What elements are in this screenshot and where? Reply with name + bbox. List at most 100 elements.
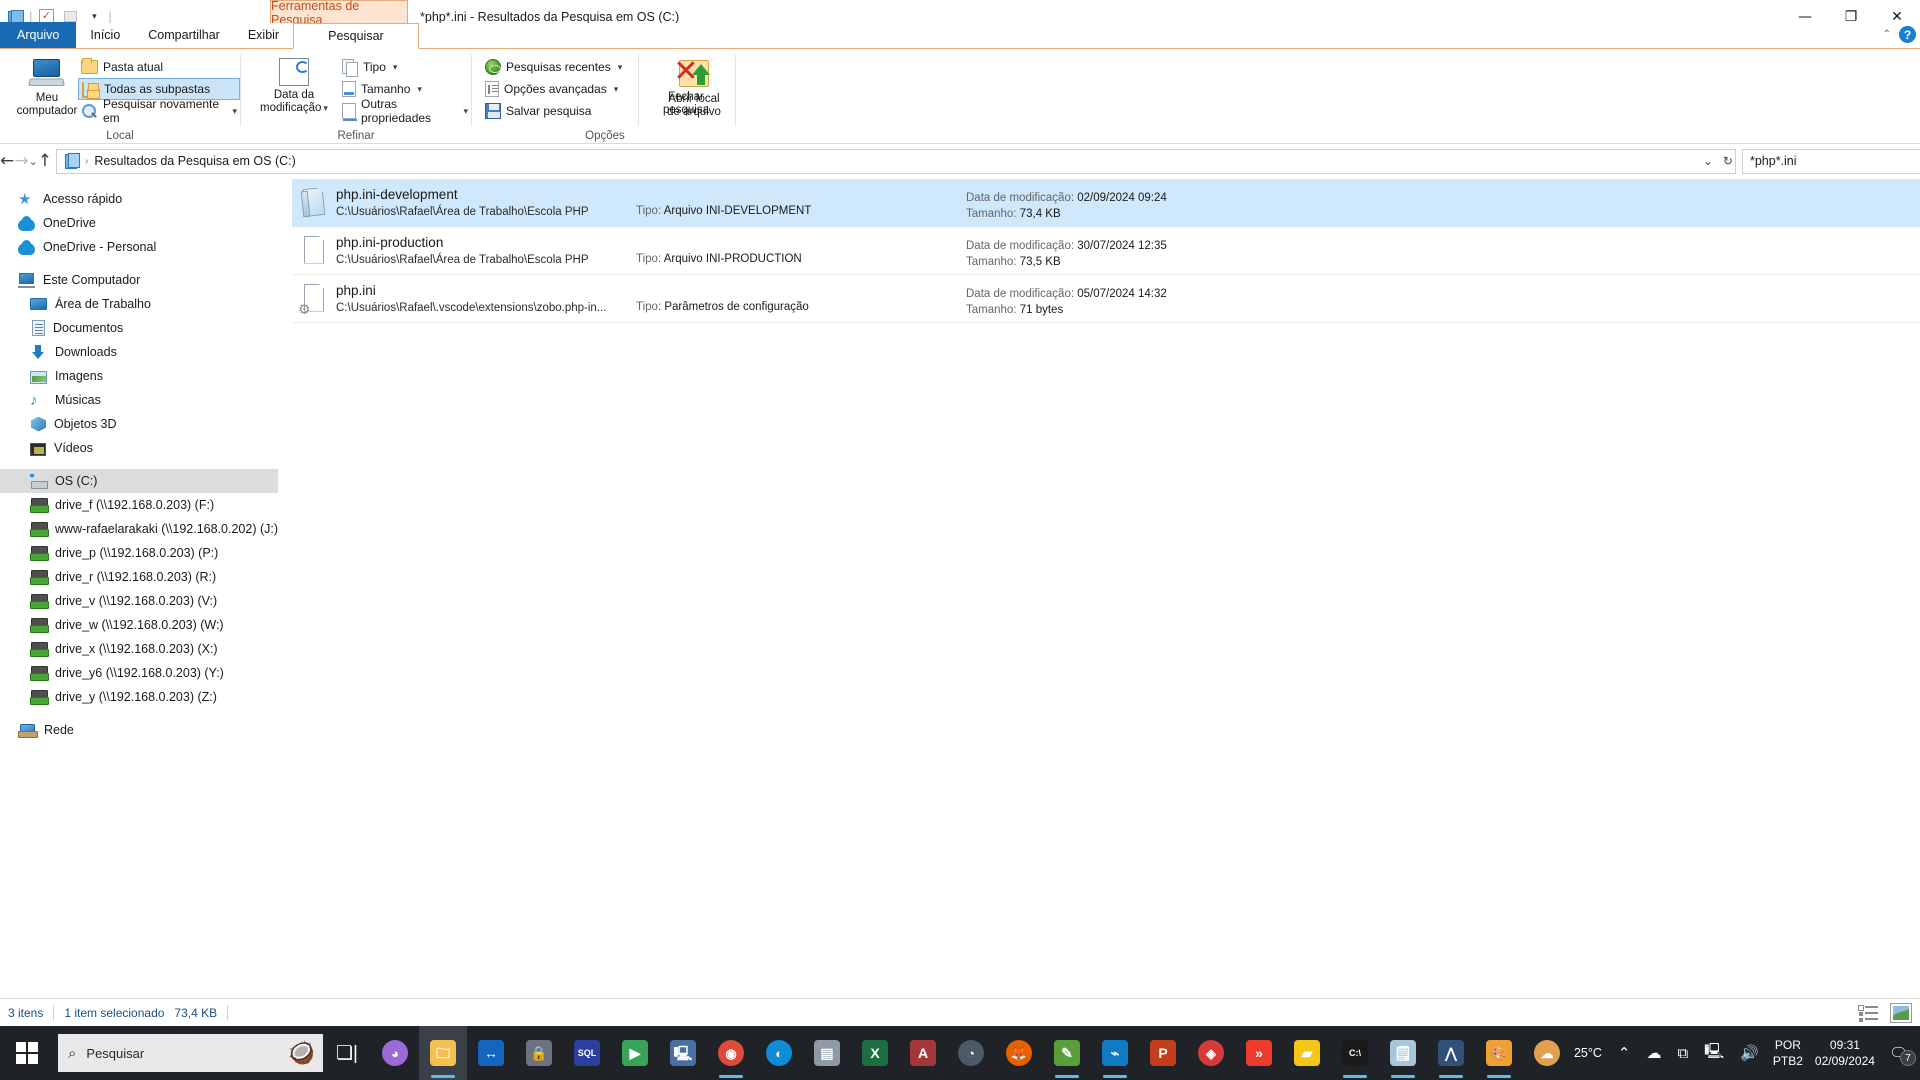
screen-share-tray-button[interactable]: ⧉ — [1669, 1026, 1696, 1080]
advanced-options-button[interactable]: Opções avançadas ▾ — [482, 78, 625, 100]
taskbar-app-database-play[interactable]: ▶ — [611, 1026, 659, 1080]
taskbar-app-microsoft-excel[interactable]: X — [851, 1026, 899, 1080]
sidebar-item[interactable]: drive_v (\\192.168.0.203) (V:) — [0, 589, 278, 613]
sidebar-item[interactable]: ♪ Músicas — [0, 388, 278, 412]
taskbar-app-command-prompt[interactable]: C:\ — [1331, 1026, 1379, 1080]
collapse-ribbon-icon[interactable]: ⌃ — [1883, 29, 1891, 40]
weather-temperature[interactable]: 25°C — [1566, 1026, 1610, 1080]
sidebar-item[interactable]: drive_w (\\192.168.0.203) (W:) — [0, 613, 278, 637]
tab-compartilhar[interactable]: Compartilhar — [134, 22, 234, 48]
file-list[interactable]: php.ini-development C:\Usuários\Rafael\Ár… — [292, 179, 1920, 1024]
taskbar-app-icons[interactable]: ◕ 🗀 ↔ 🔒 SQL ▶ 🖳 ◉ ◐ ▤ X A ◔ 🦊 ✎ ⌁ P ◈ » ▰ C:\ 🗒 ⋀ 🎨 ☁ — [371, 1026, 1571, 1080]
address-dropdown-icon[interactable]: ⌄ — [1703, 154, 1713, 168]
sidebar-item[interactable]: drive_f (\\192.168.0.203) (F:) — [0, 493, 278, 517]
taskbar-app-remote-desktop[interactable]: 🖳 — [659, 1026, 707, 1080]
address-bar[interactable]: › Resultados da Pesquisa em OS (C:) ⌄ ↻ — [55, 148, 1736, 174]
network-tray-button[interactable]: 🖳 — [1696, 1026, 1732, 1080]
close-search-button[interactable]: ✕ Fechar pesquisa — [651, 54, 721, 117]
up-button[interactable]: ↑ — [38, 147, 52, 175]
taskbar-app-teamviewer[interactable]: ↔ — [467, 1026, 515, 1080]
sidebar-item[interactable]: OneDrive - Personal — [0, 235, 278, 259]
tab-arquivo[interactable]: Arquivo — [0, 22, 77, 48]
taskbar-app-weather-app[interactable]: ☁ — [1523, 1026, 1571, 1080]
sidebar-item[interactable]: drive_y (\\192.168.0.203) (Z:) — [0, 685, 278, 709]
file-list-row[interactable]: php.ini-production C:\Usuários\Rafael\Áre… — [292, 227, 1920, 275]
taskbar-app-visual-studio-code[interactable]: ⌁ — [1091, 1026, 1139, 1080]
search-again-in-button[interactable]: Pesquisar novamente em ▾ — [78, 97, 240, 125]
sidebar-item[interactable]: Documentos — [0, 316, 278, 340]
chevron-down-icon[interactable]: ▾ — [393, 62, 398, 73]
back-button[interactable]: ← — [0, 147, 14, 175]
taskbar-app-mountain-duck[interactable]: ◔ — [947, 1026, 995, 1080]
date-modified-button[interactable]: Data da modificação ▾ — [251, 54, 337, 115]
refresh-icon[interactable]: ↻ — [1723, 154, 1733, 168]
task-view-button[interactable]: ❏| — [323, 1026, 371, 1080]
help-icon[interactable]: ? — [1899, 26, 1916, 43]
notification-center-button[interactable]: 🗨 7 — [1881, 1026, 1920, 1080]
taskbar-app-notepad-plus[interactable]: ✎ — [1043, 1026, 1091, 1080]
taskbar-app-security-lock[interactable]: 🔒 — [515, 1026, 563, 1080]
file-list-row[interactable]: php.ini-development C:\Usuários\Rafael\Ár… — [292, 179, 1920, 227]
taskbar-app-sketchup[interactable]: ◈ — [1187, 1026, 1235, 1080]
sidebar-item[interactable]: Área de Trabalho — [0, 292, 278, 316]
search-input[interactable]: *php*.ini ✕ — [1741, 148, 1920, 174]
sidebar-item[interactable]: drive_p (\\192.168.0.203) (P:) — [0, 541, 278, 565]
volume-tray-button[interactable]: 🔊 — [1732, 1026, 1767, 1080]
recent-searches-button[interactable]: Pesquisas recentes ▾ — [482, 56, 625, 78]
chevron-down-icon[interactable]: ▾ — [463, 106, 468, 117]
taskbar-search-box[interactable]: ⌕ Pesquisar 🥥 — [58, 1034, 323, 1072]
chevron-down-icon[interactable]: ▾ — [323, 103, 328, 113]
sidebar-item[interactable]: ★ Acesso rápido — [0, 187, 278, 211]
taskbar-app-sticky-notes[interactable]: ▰ — [1283, 1026, 1331, 1080]
chevron-down-icon[interactable]: ▾ — [232, 106, 237, 117]
taskbar-app-calculator[interactable]: ▤ — [803, 1026, 851, 1080]
navigation-pane[interactable]: ★ Acesso rápido OneDrive OneDrive - Persona… — [0, 179, 278, 1024]
other-properties-button[interactable]: Outras propriedades ▾ — [339, 97, 471, 125]
taskbar-app-file-explorer[interactable]: 🗀 — [419, 1026, 467, 1080]
kind-button[interactable]: Tipo ▾ — [339, 56, 471, 78]
sidebar-item[interactable]: drive_x (\\192.168.0.203) (X:) — [0, 637, 278, 661]
tab-exibir[interactable]: Exibir — [234, 22, 293, 48]
language-indicator[interactable]: POR PTB2 — [1767, 1037, 1809, 1069]
start-button[interactable] — [0, 1026, 54, 1080]
file-list-row[interactable]: php.ini C:\Usuários\Rafael\.vscode\extens… — [292, 275, 1920, 323]
taskbar-app-notepad[interactable]: 🗒 — [1379, 1026, 1427, 1080]
sidebar-item[interactable]: OneDrive — [0, 211, 278, 235]
sidebar-item[interactable]: Objetos 3D — [0, 412, 278, 436]
chevron-down-icon[interactable]: ▾ — [618, 62, 623, 73]
taskbar-app-microsoft-powerpoint[interactable]: P — [1139, 1026, 1187, 1080]
onedrive-tray-button[interactable]: ☁ — [1638, 1026, 1669, 1080]
taskbar-app-paint[interactable]: 🎨 — [1475, 1026, 1523, 1080]
sidebar-item[interactable]: drive_y6 (\\192.168.0.203) (Y:) — [0, 661, 278, 685]
taskbar-app-sql-app[interactable]: SQL — [563, 1026, 611, 1080]
taskbar-app-microsoft-edge[interactable]: ◐ — [755, 1026, 803, 1080]
taskbar-app-filezilla[interactable]: ⋀ — [1427, 1026, 1475, 1080]
sidebar-item[interactable]: Este Computador — [0, 268, 278, 292]
sidebar-item[interactable]: Imagens — [0, 364, 278, 388]
sidebar-item[interactable]: OS (C:) — [0, 469, 278, 493]
sidebar-item-network[interactable]: Rede — [0, 718, 278, 742]
taskbar-app-anydesk[interactable]: » — [1235, 1026, 1283, 1080]
taskbar-app-mozilla-firefox[interactable]: 🦊 — [995, 1026, 1043, 1080]
this-pc-button[interactable]: Meu computador — [8, 55, 86, 118]
taskbar-app-copilot[interactable]: ◕ — [371, 1026, 419, 1080]
taskbar-app-google-chrome[interactable]: ◉ — [707, 1026, 755, 1080]
taskbar-app-microsoft-access[interactable]: A — [899, 1026, 947, 1080]
tab-inicio[interactable]: Início — [76, 22, 134, 48]
clock[interactable]: 09:31 02/09/2024 — [1809, 1037, 1881, 1069]
show-hidden-icons-button[interactable]: ⌃ — [1610, 1026, 1639, 1080]
sidebar-item[interactable]: Downloads — [0, 340, 278, 364]
network-drive-icon — [30, 570, 49, 585]
save-search-button[interactable]: Salvar pesquisa — [482, 100, 625, 122]
details-view-icon[interactable] — [1858, 1003, 1880, 1023]
forward-button[interactable]: → — [14, 147, 28, 175]
thumbnail-view-icon[interactable] — [1890, 1002, 1912, 1023]
sidebar-item[interactable]: Vídeos — [0, 436, 278, 460]
chevron-down-icon[interactable]: ▾ — [417, 84, 422, 95]
sidebar-item[interactable]: www-rafaelarakaki (\\192.168.0.202) (J:) — [0, 517, 278, 541]
sidebar-item[interactable]: drive_r (\\192.168.0.203) (R:) — [0, 565, 278, 589]
chevron-down-icon[interactable]: ▾ — [614, 84, 619, 95]
current-folder-button[interactable]: Pasta atual — [78, 56, 240, 78]
recent-locations-icon[interactable]: ⌄ — [29, 147, 38, 175]
tab-pesquisar[interactable]: Pesquisar — [293, 23, 419, 49]
